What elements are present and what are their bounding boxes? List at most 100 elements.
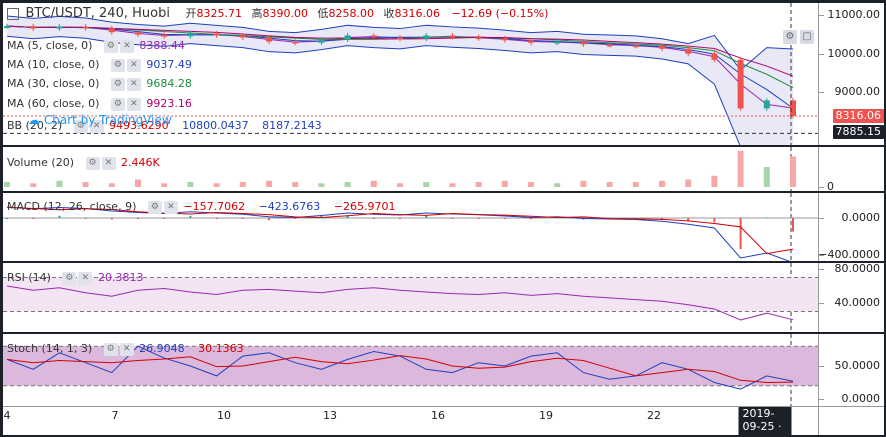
candle-body [711,53,718,60]
close-icon[interactable]: ✕ [101,156,116,170]
macd-pane[interactable]: MACD (12, 26, close, 9) ⚙ ✕ −157.7062 −42… [3,193,818,261]
volume-pane[interactable]: Volume (20) ⚙ ✕ 2.446K [3,147,818,191]
ma30-legend[interactable]: MA (30, close, 0) ⚙ ✕ 9684.28 [7,76,202,92]
macd-axis[interactable]: 0.0000 −400.0000 [818,193,884,261]
ma10-legend[interactable]: MA (10, close, 0) ⚙ ✕ 9037.49 [7,57,202,73]
time-tick: 19 [539,409,553,422]
stoch-axis[interactable]: 50.0000 0.0000 [818,334,884,406]
volume-bar [449,183,456,187]
pane-maximize-icon[interactable]: ▢ [800,30,814,44]
candle-body [606,44,613,47]
ma60-value: 9923.16 [146,97,192,110]
settings-icon[interactable]: ⚙ [110,58,125,72]
volume-bar [318,183,325,187]
close-label: 收 [383,7,395,20]
stoch-k-value: 26.9048 [139,342,185,355]
stoch-legend[interactable]: Stoch (14, 1, 3) ⚙ ✕ 26.9048 30.1363 [7,341,254,357]
ma5-legend[interactable]: MA (5, close, 0) ⚙ ✕ 8388.44 [7,38,195,54]
symbol-header: BTC/USDT, 240, Huobi 开8325.71 高8390.00 低… [7,5,548,23]
rsi-value: 20.3813 [97,271,144,284]
time-tick: 13 [323,409,337,422]
volume-bar [56,180,63,187]
open-value: 8325.71 [196,7,242,20]
crosshair-time-badge: 2019-09-25 · 16:00 [738,407,792,435]
time-tick: 10 [217,409,231,422]
settings-icon[interactable]: ⚙ [85,156,100,170]
settings-icon[interactable]: ⚙ [110,77,125,91]
volume-bar [475,182,482,187]
tradingview-logo-icon: ☁ [28,113,40,127]
volume-bar [213,183,220,187]
stoch-pane[interactable]: Stoch (14, 1, 3) ⚙ ✕ 26.9048 30.1363 [3,334,818,406]
macd-name: MACD (12, 26, close, 9) [7,200,137,213]
stoch-tick: 50.0000 [834,359,881,372]
candle-body [554,41,561,44]
candle-body [82,26,89,29]
volume-bar [606,182,613,187]
volume-bar [108,183,115,187]
candle-body [632,45,639,48]
volume-bar [292,182,299,187]
ma5-name: MA (5, close, 0) [7,39,93,52]
tradingview-watermark[interactable]: ☁ Chart by TradingView [28,113,172,127]
time-axis[interactable]: 4 7 10 13 16 19 22 2019-09-25 · 16:00 [3,406,818,435]
candle-body [580,41,587,45]
volume-bar [30,183,37,187]
high-value: 8390.00 [262,7,308,20]
macd-line [6,206,791,261]
close-icon[interactable]: ✕ [78,271,93,285]
stoch-d-value: 30.1363 [198,342,244,355]
macd-histogram-bar [110,218,113,220]
macd-histogram-bar [294,218,297,219]
close-icon[interactable]: ✕ [126,77,141,91]
volume-bar [659,180,665,187]
macd-histogram-bar [189,215,192,218]
symbol-title[interactable]: BTC/USDT, 240, Huobi [26,6,170,21]
volume-legend[interactable]: Volume (20) ⚙ ✕ 2.446K [7,155,170,171]
volume-bar [4,182,10,187]
candle-body [370,35,377,38]
macd-histogram-bar [713,218,716,223]
volume-axis[interactable]: 0 [818,147,884,191]
settings-icon[interactable]: ⚙ [147,200,162,214]
low-label: 低 [317,7,329,20]
volume-bar [187,182,194,187]
rsi-axis[interactable]: 80.0000 40.0000 [818,263,884,332]
candle-body [108,28,115,33]
settings-icon[interactable]: ⚙ [110,97,125,111]
rsi-legend[interactable]: RSI (14) ⚙ ✕ 20.3813 [7,270,153,286]
last-price-tag: 8316.06 [832,109,884,123]
bb-lower-value: 8187.2143 [262,119,322,132]
rsi-pane[interactable]: RSI (14) ⚙ ✕ 20.3813 [3,263,818,332]
tick-mark [819,218,824,219]
high-label: 高 [251,7,263,20]
macd-histogram-bar [58,215,61,218]
close-icon[interactable]: ✕ [163,200,178,214]
stoch-name: Stoch (14, 1, 3) [7,342,93,355]
macd-tick: −400.0000 [818,248,880,261]
ma60-legend[interactable]: MA (60, close, 0) ⚙ ✕ 9923.16 [7,96,202,112]
settings-icon[interactable]: ⚙ [103,39,118,53]
settings-icon[interactable]: ⚙ [103,342,118,356]
candle-body [763,100,770,109]
close-icon[interactable]: ✕ [119,39,134,53]
settings-icon[interactable]: ⚙ [62,271,77,285]
time-tick: 16 [431,409,445,422]
price-axis[interactable]: 11000.00 10000.00 9000.00 8316.06 7885.1… [818,3,884,145]
price-pane[interactable]: BTC/USDT, 240, Huobi 开8325.71 高8390.00 低… [3,3,818,145]
close-icon[interactable]: ✕ [126,97,141,111]
macd-histogram-bar [765,217,768,219]
candle-body [423,35,430,39]
time-tick: 4 [3,409,11,422]
close-icon[interactable]: ✕ [119,342,134,356]
open-label: 开 [185,7,197,20]
pane-settings-icon[interactable]: ⚙ [783,30,797,44]
candle-body [56,26,63,29]
ma30-name: MA (30, close, 0) [7,77,100,90]
macd-histogram-bar [372,218,375,219]
change-value: −12.69 (−0.15%) [451,7,549,20]
symbol-icon [7,8,19,20]
candle-body [161,34,168,37]
close-icon[interactable]: ✕ [126,58,141,72]
macd-legend[interactable]: MACD (12, 26, close, 9) ⚙ ✕ −157.7062 −42… [7,199,405,215]
